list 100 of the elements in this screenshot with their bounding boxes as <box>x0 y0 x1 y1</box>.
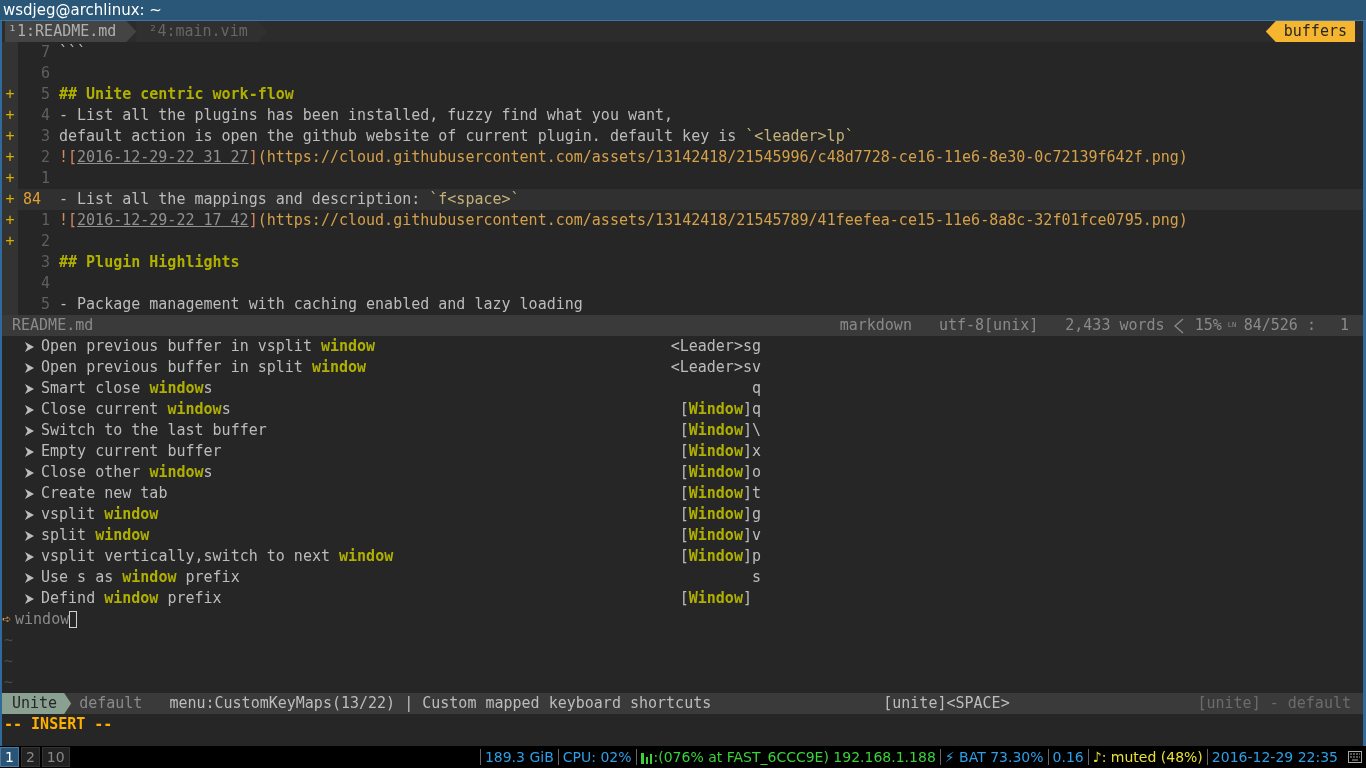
line-number: 2 <box>39 231 51 252</box>
line-number: 7 <box>39 42 51 63</box>
keyboard-icon <box>1348 751 1362 763</box>
menu-item[interactable]: Empty current buffer <box>41 441 680 462</box>
key-mapping: [Window]q <box>679 399 761 420</box>
key-mapping: q <box>751 378 761 399</box>
workspace-button[interactable]: 10 <box>41 747 70 767</box>
line-number: 6 <box>39 63 51 84</box>
line-number: 2 <box>39 147 51 168</box>
line-number: 5 <box>39 84 51 105</box>
key-mapping: [Window]p <box>679 546 761 567</box>
key-mapping: [Window]t <box>679 483 761 504</box>
git-sign: + <box>2 126 18 147</box>
menu-item[interactable]: Open previous buffer in vsplit window <box>41 336 671 357</box>
line-number: 1 <box>39 210 51 231</box>
battery-status: ⚡ BAT 73.30% <box>944 749 1044 765</box>
prompt-icon: ➪ <box>2 609 12 630</box>
git-sign: + <box>2 84 18 105</box>
empty-line-marker: ~ <box>3 630 15 651</box>
mode-label: Unite <box>2 693 72 714</box>
profile-label: default <box>79 693 143 714</box>
line-number: 1 <box>39 168 51 189</box>
line-number: 84 <box>22 189 43 210</box>
workspace-button[interactable]: 2 <box>20 747 40 767</box>
empty-line-marker: ~ <box>3 672 15 693</box>
git-sign: + <box>2 105 18 126</box>
menu-item[interactable]: vsplit window <box>41 504 680 525</box>
git-sign: + <box>2 231 18 252</box>
key-mapping: [Window]g <box>679 504 761 525</box>
menu-item[interactable]: Use s as window prefix <box>41 567 752 588</box>
scroll-percent: 15% <box>1194 315 1222 336</box>
code-line: ![2016-12-29-22 31 27](https://cloud.githubusercontent.com/assets/13142418/21545996/c48d7728-ce16-11e6-8e30-0c72139f642f.png) <box>59 147 1188 168</box>
cursor-position: 84/526 : <box>1243 315 1316 336</box>
arrowhead-icon <box>24 466 35 479</box>
arrowhead-icon <box>24 382 35 395</box>
filter-input[interactable]: window <box>15 609 78 630</box>
encoding-label: utf-8[unix] <box>938 315 1039 336</box>
menu-item[interactable]: Open previous buffer in split window <box>41 357 671 378</box>
filetype-label: markdown <box>839 315 912 336</box>
file-name: README.md <box>12 315 94 336</box>
key-mapping: [Window]o <box>679 462 761 483</box>
line-number: 4 <box>39 273 51 294</box>
code-line: ## Plugin Highlights <box>59 252 240 273</box>
word-count: 2,433 words <box>1065 315 1165 336</box>
key-mapping: <Leader>sg <box>670 336 761 357</box>
line-number: 3 <box>39 126 51 147</box>
wifi-status: :(076% at FAST_6CCC9E) 192.168.1.188 <box>653 749 936 765</box>
menu-item[interactable]: Create new tab <box>41 483 680 504</box>
menu-item[interactable]: Close current windows <box>41 399 680 420</box>
source-label: menu:CustomKeyMaps(13/22) | Custom mapped keyboard shortcuts <box>169 693 712 714</box>
clock-status: 2016-12-29 22:35 <box>1211 749 1338 765</box>
key-mapping: [Window]\ <box>679 420 761 441</box>
arrowhead-icon <box>24 340 35 353</box>
code-line: ## Unite centric work-flow <box>59 84 294 105</box>
arrowhead-icon <box>24 592 35 605</box>
arrowhead-icon <box>24 424 35 437</box>
arrowhead-icon <box>24 508 35 521</box>
load-status: 0.16 <box>1052 749 1084 765</box>
column-number: 1 <box>1339 315 1349 336</box>
buffer-tab[interactable]: ¹1:README.md <box>5 21 137 42</box>
git-sign: + <box>2 210 18 231</box>
arrowhead-icon <box>24 445 35 458</box>
disk-status: 189.3 GiB <box>484 749 554 765</box>
code-line: - Package management with caching enabled and lazy loading <box>59 294 583 315</box>
line-number: 5 <box>39 294 51 315</box>
code-line: default action is open the github website of current plugin. default key is `<leader>lp` <box>59 126 854 147</box>
code-line: ``` <box>59 42 87 63</box>
menu-item[interactable]: Close other windows <box>41 462 680 483</box>
code-line: - List all the mappings and description: `f<space>` <box>59 189 520 210</box>
arrowhead-icon <box>24 571 35 584</box>
key-label: [unite]<SPACE> <box>883 693 1010 714</box>
key-mapping: <Leader>sv <box>670 357 761 378</box>
cpu-status: CPU: 02% <box>562 749 632 765</box>
menu-item[interactable]: Smart close windows <box>41 378 752 399</box>
chevron-separator-icon <box>1172 317 1185 334</box>
code-line: ![2016-12-29-22 17 42](https://cloud.githubusercontent.com/assets/13142418/21545789/41feefea-ce15-11e6-8a8c-32f01fce0795.png) <box>59 210 1188 231</box>
menu-item[interactable]: Switch to the last buffer <box>41 420 680 441</box>
key-mapping: [Window]x <box>679 441 761 462</box>
insert-mode-label: -- INSERT -- <box>4 715 113 733</box>
arrowhead-icon <box>24 550 35 563</box>
arrowhead-icon <box>24 487 35 500</box>
arrowhead-icon <box>24 403 35 416</box>
arrowhead-icon <box>24 529 35 542</box>
key-mapping: [Window] <box>679 588 753 609</box>
git-sign: + <box>2 147 18 168</box>
workspace-button[interactable]: 1 <box>0 747 19 767</box>
key-mapping: s <box>751 567 761 588</box>
git-sign: + <box>2 168 18 189</box>
signal-icon <box>640 750 654 764</box>
empty-line-marker: ~ <box>3 651 15 672</box>
window-title: wsdjeg@archlinux: ~ <box>3 1 162 19</box>
menu-item[interactable]: Defind window prefix <box>41 588 680 609</box>
line-number: 4 <box>39 105 51 126</box>
line-number: 3 <box>39 252 51 273</box>
buffers-label: buffers <box>1265 21 1355 42</box>
menu-item[interactable]: split window <box>41 525 680 546</box>
menu-item[interactable]: vsplit vertically,switch to next window <box>41 546 680 567</box>
key-mapping: [Window]v <box>679 525 761 546</box>
arrowhead-icon <box>24 361 35 374</box>
code-line: - List all the plugins has been installed, fuzzy find what you want, <box>59 105 674 126</box>
